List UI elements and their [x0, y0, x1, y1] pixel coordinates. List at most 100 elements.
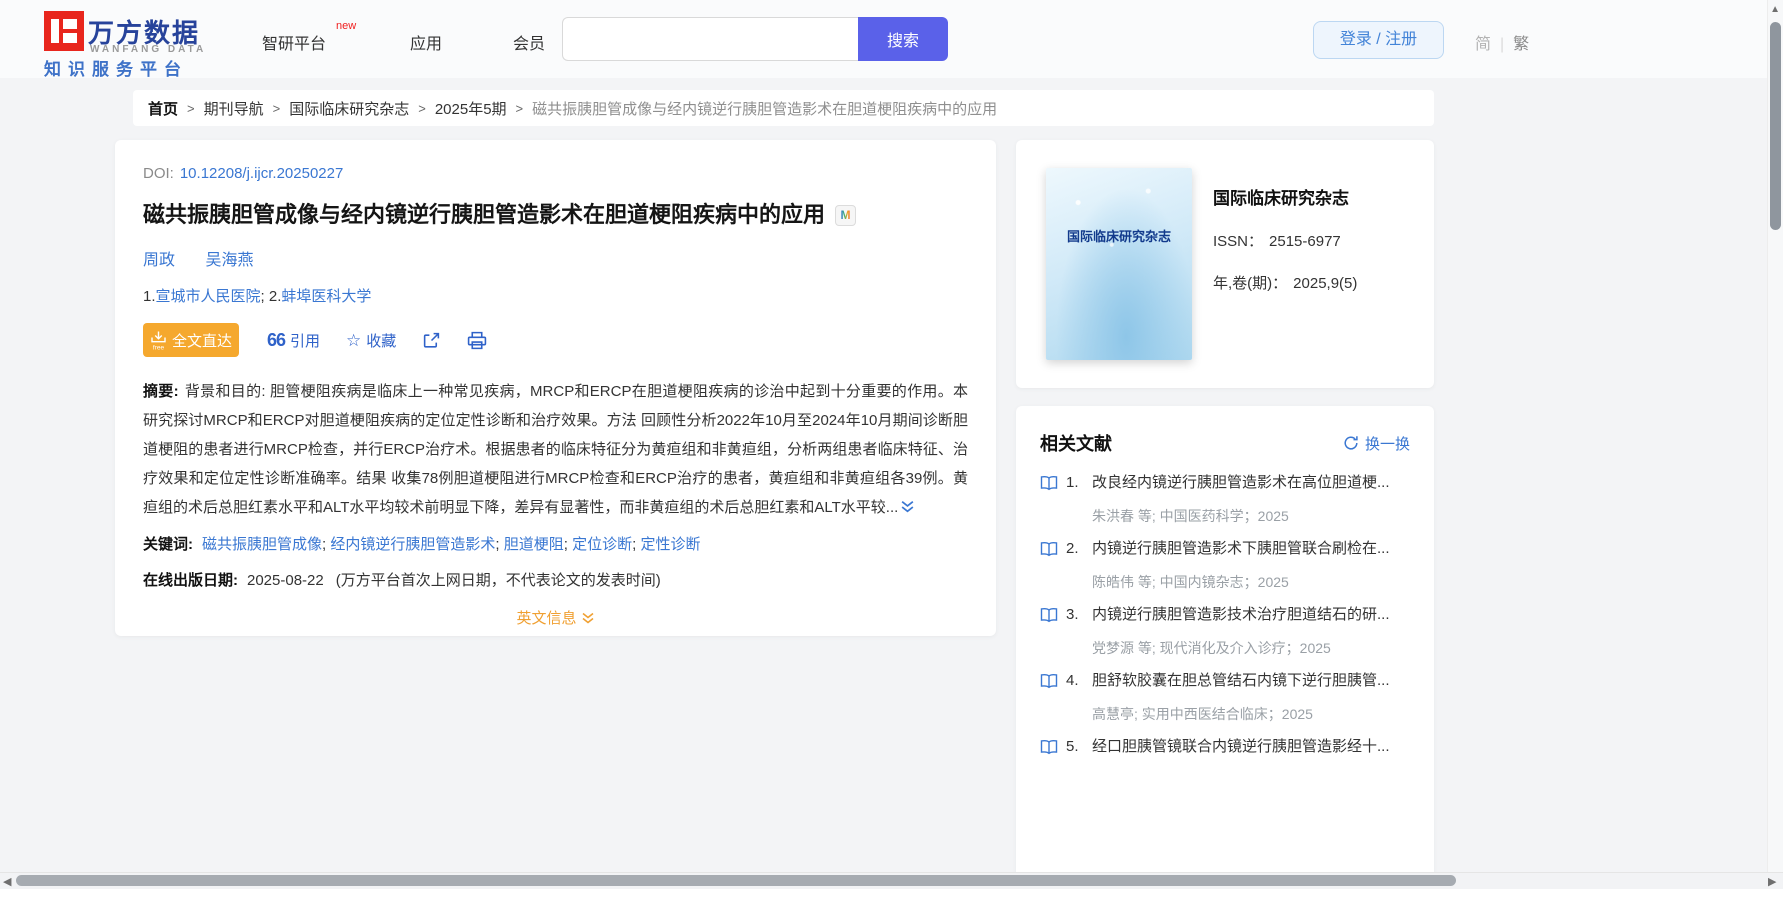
journal-card: 国际临床研究杂志 国际临床研究杂志 ISSN： 2515-6977 年,卷(期)：… [1016, 140, 1434, 388]
related-articles-card: 相关文献 换一换 1. 改良经内镜逆行胰胆管造影术在高位胆道梗... 朱洪春 等… [1016, 406, 1434, 898]
m-badge-icon[interactable]: M [835, 205, 857, 226]
online-date-note: (万方平台首次上网日期，不代表论文的发表时间) [335, 572, 661, 589]
breadcrumb-separator: > [187, 100, 195, 116]
refresh-related-button[interactable]: 换一换 [1343, 433, 1410, 454]
expand-abstract-chevron-icon[interactable] [900, 495, 915, 524]
related-title: 相关文献 [1040, 434, 1112, 454]
action-row: free 全文直达 66 引用 ☆ 收藏 [143, 323, 968, 357]
abstract-label: 摘要: [143, 383, 179, 400]
breadcrumb-home[interactable]: 首页 [148, 98, 178, 119]
fulltext-label: 全文直达 [171, 332, 232, 350]
affiliation-link[interactable]: 宣城市人民医院 [156, 288, 261, 305]
breadcrumb-issue[interactable]: 2025年5期 [435, 98, 507, 119]
related-list: 1. 改良经内镜逆行胰胆管造影术在高位胆道梗... 朱洪春 等; 中国医药科学；… [1040, 473, 1410, 757]
svg-text:free: free [153, 344, 165, 351]
breadcrumb-current: 磁共振胰胆管成像与经内镜逆行胰胆管造影术在胆道梗阻疾病中的应用 [532, 100, 998, 118]
journal-name[interactable]: 国际临床研究杂志 [1213, 184, 1357, 209]
share-button[interactable] [422, 331, 441, 350]
scroll-up-arrow-icon[interactable]: ▲ [1770, 4, 1780, 15]
book-icon [1040, 673, 1058, 689]
search-input[interactable] [562, 17, 858, 61]
issn-label: ISSN： [1213, 233, 1264, 250]
bottom-strip [0, 889, 1783, 898]
horizontal-scrollbar-thumb[interactable] [16, 875, 1456, 886]
nav-apps[interactable]: 应用 [410, 30, 442, 54]
journal-volume-row: 年,卷(期)： 2025,9(5) [1213, 272, 1357, 293]
online-date-value: 2025-08-22 [247, 572, 324, 589]
affiliation-separator: ; [260, 288, 269, 305]
related-article[interactable]: 3. 内镜逆行胰胆管造影技术治疗胆道结石的研... 党梦源 等; 现代消化及介入… [1040, 605, 1410, 658]
keyword-link[interactable]: 经内镜逆行胰胆管造影术 [330, 536, 495, 553]
related-article[interactable]: 1. 改良经内镜逆行胰胆管造影术在高位胆道梗... 朱洪春 等; 中国医药科学；… [1040, 473, 1410, 526]
breadcrumb-separator: > [515, 100, 524, 116]
refresh-label: 换一换 [1364, 435, 1410, 453]
scroll-right-arrow-icon[interactable]: ▶ [1768, 875, 1776, 888]
search-button[interactable]: 搜索 [858, 17, 948, 61]
related-article[interactable]: 2. 内镜逆行胰胆管造影术下胰胆管联合刷检在... 陈皓伟 等; 中国内镜杂志；… [1040, 539, 1410, 592]
fulltext-button[interactable]: free 全文直达 [143, 323, 239, 357]
book-icon [1040, 541, 1058, 557]
collect-label: 收藏 [366, 332, 397, 350]
vertical-scrollbar-thumb[interactable] [1770, 22, 1781, 230]
lang-simplified[interactable]: 简 [1475, 36, 1491, 53]
related-article-title[interactable]: 改良经内镜逆行胰胆管造影术在高位胆道梗... [1092, 473, 1410, 493]
star-icon: ☆ [346, 330, 362, 350]
breadcrumb-separator: > [418, 100, 426, 116]
keywords-row: 关键词: 磁共振胰胆管成像; 经内镜逆行胰胆管造影术; 胆道梗阻; 定位诊断; 定… [143, 536, 701, 553]
article-title: 磁共振胰胆管成像与经内镜逆行胰胆管造影术在胆道梗阻疾病中的应用 [143, 202, 826, 227]
related-article-meta: 陈皓伟 等; 中国内镜杂志；2025 [1092, 574, 1289, 590]
book-icon [1040, 607, 1058, 623]
breadcrumb: 首页 > 期刊导航 > 国际临床研究杂志 > 2025年5期 > 磁共振胰胆管成… [133, 90, 1434, 126]
wanfang-logo-icon[interactable] [44, 11, 84, 51]
doi-link[interactable]: 10.12208/j.ijcr.20250227 [180, 165, 343, 182]
keyword-link[interactable]: 胆道梗阻 [504, 536, 564, 553]
related-article-meta: 朱洪春 等; 中国医药科学；2025 [1092, 508, 1289, 524]
chevron-down-icon [581, 611, 595, 629]
login-register-button[interactable]: 登录 / 注册 [1313, 21, 1444, 59]
book-icon [1040, 475, 1058, 491]
book-icon [1040, 739, 1058, 755]
nav-member[interactable]: 会员 [513, 30, 545, 54]
keyword-link[interactable]: 磁共振胰胆管成像 [202, 536, 322, 553]
english-info-toggle[interactable]: 英文信息 [143, 607, 968, 629]
language-toggle: 简 | 繁 [1475, 30, 1529, 54]
collect-button[interactable]: ☆ 收藏 [346, 330, 396, 351]
nav-zhiyan-platform[interactable]: 智研平台 [262, 30, 326, 54]
related-article[interactable]: 4. 胆舒软胶囊在胆总管结石内镜下逆行胆胰管... 高慧亭; 实用中西医结合临床… [1040, 671, 1410, 724]
journal-cover[interactable]: 国际临床研究杂志 [1046, 168, 1192, 360]
affiliation-link[interactable]: 蚌埠医科大学 [281, 288, 371, 305]
related-article-title[interactable]: 胆舒软胶囊在胆总管结石内镜下逆行胆胰管... [1092, 671, 1410, 691]
free-download-icon: free [151, 331, 166, 351]
related-article-title[interactable]: 内镜逆行胰胆管造影术下胰胆管联合刷检在... [1092, 539, 1410, 559]
related-article-title[interactable]: 经口胆胰管镜联合内镜逆行胰胆管造影经十... [1092, 737, 1410, 757]
volume-value: 2025,9(5) [1293, 275, 1358, 292]
breadcrumb-journal-nav[interactable]: 期刊导航 [204, 98, 264, 119]
article-title-row: 磁共振胰胆管成像与经内镜逆行胰胆管造影术在胆道梗阻疾病中的应用 M [143, 197, 968, 229]
brand-name-en: WANFANG DATA [90, 44, 207, 55]
affiliations-row: 1.宣城市人民医院; 2.蚌埠医科大学 [143, 285, 968, 306]
site-header: 万方数据 WANFANG DATA 知识服务平台 智研平台 new 应用 会员 … [0, 0, 1783, 79]
breadcrumb-journal[interactable]: 国际临床研究杂志 [289, 98, 409, 119]
lang-traditional[interactable]: 繁 [1513, 36, 1529, 53]
author-link[interactable]: 吴海燕 [205, 252, 253, 269]
related-article-title[interactable]: 内镜逆行胰胆管造影技术治疗胆道结石的研... [1092, 605, 1410, 625]
related-article-meta: 党梦源 等; 现代消化及介入诊疗；2025 [1092, 640, 1331, 656]
refresh-icon [1344, 436, 1358, 450]
print-button[interactable] [467, 331, 487, 350]
online-date-label: 在线出版日期: [143, 572, 238, 589]
cite-label: 引用 [290, 332, 321, 350]
journal-info: 国际临床研究杂志 ISSN： 2515-6977 年,卷(期)： 2025,9(5) [1213, 184, 1357, 293]
scroll-left-arrow-icon[interactable]: ◀ [3, 875, 11, 888]
english-info-label[interactable]: 英文信息 [516, 610, 576, 627]
lang-divider: | [1500, 36, 1505, 53]
issn-value: 2515-6977 [1269, 233, 1341, 250]
cite-button[interactable]: 66 引用 [267, 330, 320, 351]
abstract-text: 背景和目的: 胆管梗阻疾病是临床上一种常见疾病，MRCP和ERCP在胆道梗阻疾病… [143, 383, 968, 516]
affiliation-prefix: 2. [268, 288, 282, 305]
author-link[interactable]: 周政 [143, 252, 175, 269]
affiliation-prefix: 1. [143, 288, 156, 305]
related-article[interactable]: 5. 经口胆胰管镜联合内镜逆行胰胆管造影经十... [1040, 737, 1410, 757]
keyword-link[interactable]: 定性诊断 [640, 536, 700, 553]
doi-label: DOI: [143, 165, 174, 182]
keyword-link[interactable]: 定位诊断 [572, 536, 632, 553]
